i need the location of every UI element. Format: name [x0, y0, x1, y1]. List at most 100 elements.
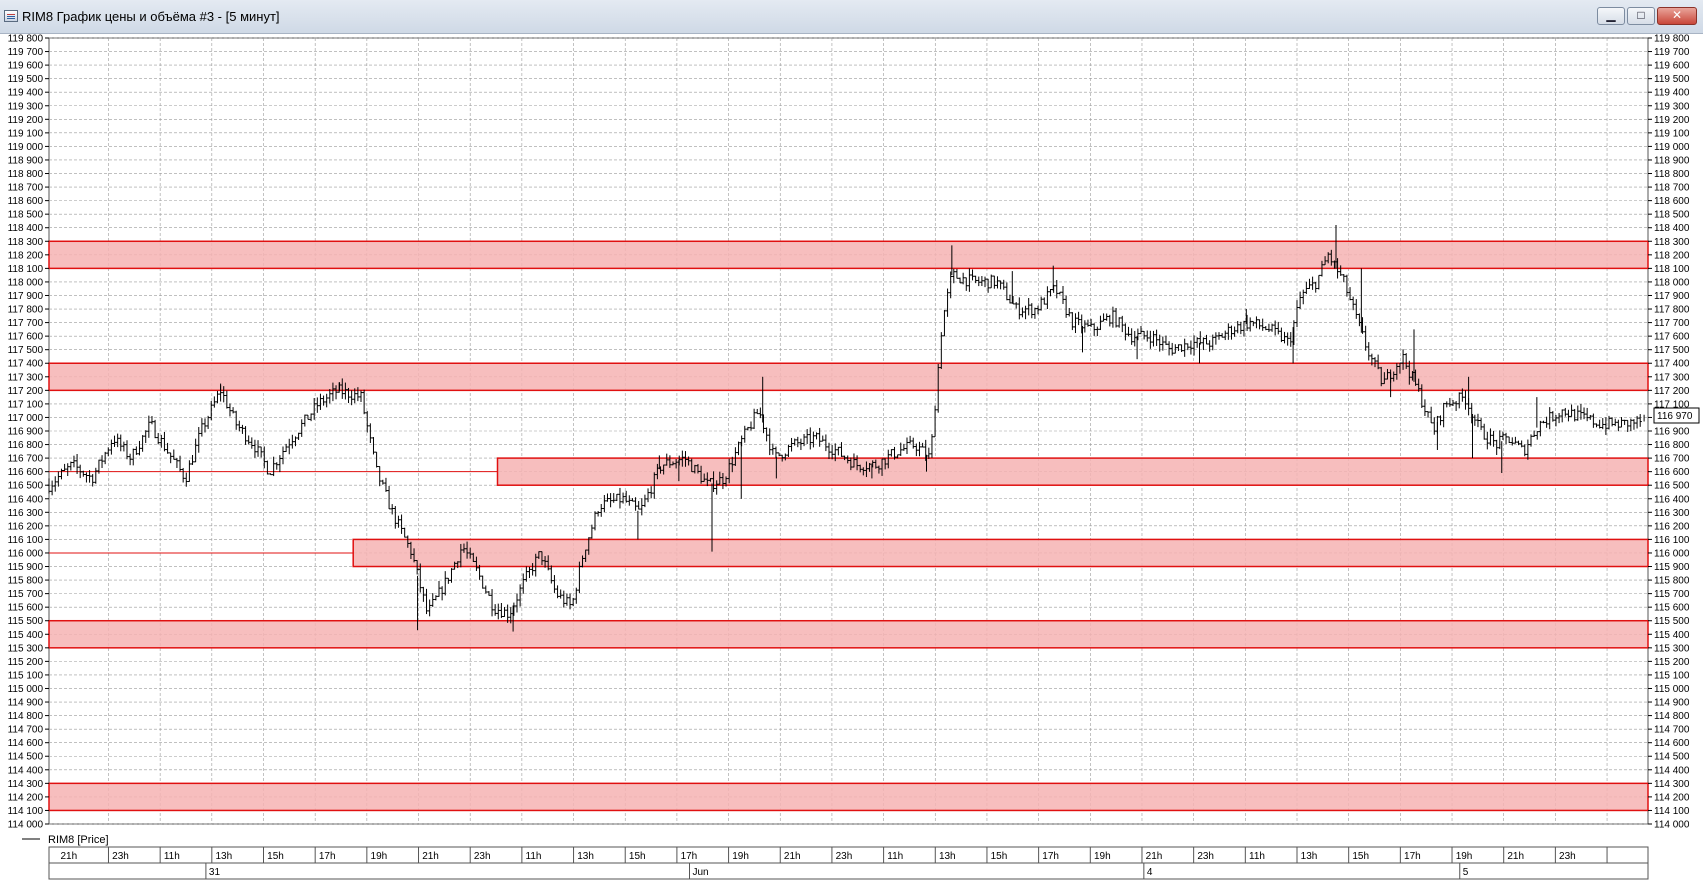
hour-label: 17h — [1404, 851, 1421, 862]
window-titlebar: RIM8 График цены и объёма #3 - [5 минут]… — [0, 0, 1703, 34]
last-price-marker: 116 970 — [1653, 407, 1700, 424]
y-tick-label-right: 118 600 — [1654, 196, 1690, 207]
y-tick-label-left: 114 200 — [8, 792, 44, 803]
y-tick-label-left: 114 300 — [8, 779, 44, 790]
y-tick-label-left: 117 300 — [8, 372, 44, 383]
y-tick-label-left: 116 000 — [8, 548, 44, 559]
y-tick-label-right: 114 100 — [1654, 806, 1690, 817]
y-tick-label-right: 115 800 — [1654, 576, 1690, 587]
price-zone — [48, 619, 1649, 649]
y-tick-label-right: 118 700 — [1654, 183, 1690, 194]
y-tick-label-left: 119 700 — [8, 47, 44, 58]
y-tick-label-left: 117 600 — [8, 332, 44, 343]
hour-label: 21h — [60, 851, 77, 862]
y-tick-label-left: 117 500 — [8, 345, 44, 356]
maximize-button[interactable]: □ — [1627, 7, 1655, 25]
y-tick-label-left: 115 800 — [8, 576, 44, 587]
y-tick-label-left: 115 700 — [8, 589, 44, 600]
y-tick-label-right: 116 600 — [1654, 467, 1690, 478]
y-tick-label-left: 119 400 — [8, 88, 44, 99]
y-tick-label-right: 114 200 — [1654, 792, 1690, 803]
hour-label: 21h — [1507, 851, 1524, 862]
hour-label: 21h — [784, 851, 801, 862]
y-tick-label-left: 118 200 — [8, 250, 44, 261]
y-tick-label-right: 115 900 — [1654, 562, 1690, 573]
y-tick-label-right: 114 800 — [1654, 711, 1690, 722]
price-zone — [48, 362, 1649, 392]
hour-label: 15h — [1352, 851, 1369, 862]
y-tick-label-left: 117 100 — [8, 399, 44, 410]
y-tick-label-right: 115 100 — [1654, 670, 1690, 681]
y-tick-label-right: 115 200 — [1654, 657, 1690, 668]
y-tick-label-left: 119 600 — [8, 61, 44, 72]
y-tick-label-right: 114 600 — [1654, 738, 1690, 749]
price-zone — [352, 538, 1649, 568]
y-tick-label-right: 116 300 — [1654, 508, 1690, 519]
date-label: 31 — [209, 867, 221, 878]
y-tick-label-left: 118 800 — [8, 169, 44, 180]
hour-label: 11h — [1249, 851, 1265, 862]
y-tick-label-right: 116 500 — [1654, 481, 1690, 492]
y-tick-label-left: 116 700 — [8, 454, 44, 465]
hour-label: 19h — [1094, 851, 1111, 862]
price-chart[interactable]: 114 000 114 100 114 200 114 300 114 400 114 5… — [0, 34, 1703, 884]
y-tick-label-left: 115 300 — [8, 643, 44, 654]
y-tick-label-right: 118 300 — [1654, 237, 1690, 248]
y-tick-label-left: 115 400 — [8, 630, 44, 641]
y-tick-label-left: 114 800 — [8, 711, 44, 722]
y-tick-label-right: 118 900 — [1654, 155, 1690, 166]
hour-label: 19h — [371, 851, 388, 862]
y-tick-label-left: 117 200 — [8, 386, 44, 397]
y-tick-label-right: 119 800 — [1654, 34, 1690, 45]
hour-label: 11h — [526, 851, 542, 862]
y-tick-label-right: 117 800 — [1654, 305, 1690, 316]
y-tick-label-left: 115 900 — [8, 562, 44, 573]
y-tick-label-right: 117 400 — [1654, 359, 1690, 370]
y-tick-label-left: 117 000 — [8, 413, 44, 424]
hour-label: 23h — [836, 851, 853, 862]
y-tick-label-right: 115 600 — [1654, 603, 1690, 614]
y-tick-label-right: 114 900 — [1654, 698, 1690, 709]
y-tick-label-left: 116 100 — [8, 535, 44, 546]
y-tick-label-right: 117 300 — [1654, 372, 1690, 383]
legend-label: RIM8 [Price] — [48, 834, 109, 846]
y-tick-label-left: 114 600 — [8, 738, 44, 749]
y-tick-label-right: 114 400 — [1654, 765, 1690, 776]
y-tick-label-left: 116 200 — [8, 521, 44, 532]
y-tick-label-right: 114 500 — [1654, 752, 1690, 763]
y-tick-label-left: 117 400 — [8, 359, 44, 370]
y-tick-label-left: 115 200 — [8, 657, 44, 668]
close-button[interactable]: ✕ — [1657, 7, 1697, 25]
y-tick-label-left: 117 900 — [8, 291, 44, 302]
y-tick-label-right: 114 700 — [1654, 725, 1690, 736]
y-tick-label-left: 119 100 — [8, 128, 44, 139]
y-tick-label-left: 118 500 — [8, 210, 44, 221]
legend: RIM8 [Price] — [22, 834, 109, 846]
y-tick-label-left: 119 800 — [8, 34, 44, 45]
window-title: RIM8 График цены и объёма #3 - [5 минут] — [22, 9, 280, 24]
y-tick-label-left: 114 100 — [8, 806, 44, 817]
hour-label: 23h — [1559, 851, 1576, 862]
y-tick-label-right: 117 200 — [1654, 386, 1690, 397]
hour-label: 13h — [939, 851, 956, 862]
y-tick-label-left: 118 300 — [8, 237, 44, 248]
chart-window-icon — [4, 10, 18, 22]
y-tick-label-left: 118 100 — [8, 264, 44, 275]
y-tick-label-right: 116 200 — [1654, 521, 1690, 532]
y-tick-label-right: 118 100 — [1654, 264, 1690, 275]
y-tick-label-right: 117 700 — [1654, 318, 1690, 329]
date-label: Jun — [693, 867, 709, 878]
hour-label: 21h — [1146, 851, 1163, 862]
y-tick-label-left: 117 800 — [8, 305, 44, 316]
plot-area[interactable] — [48, 37, 1649, 825]
y-tick-label-right: 119 700 — [1654, 47, 1690, 58]
minimize-button[interactable]: ▁ — [1597, 7, 1625, 25]
y-tick-label-left: 119 200 — [8, 115, 44, 126]
y-tick-label-right: 118 500 — [1654, 210, 1690, 221]
y-tick-label-left: 118 900 — [8, 155, 44, 166]
y-tick-label-left: 114 000 — [8, 820, 44, 831]
y-tick-label-right: 116 700 — [1654, 454, 1690, 465]
y-tick-label-right: 115 500 — [1654, 616, 1690, 627]
y-tick-label-left: 118 400 — [8, 223, 44, 234]
y-tick-label-right: 119 200 — [1654, 115, 1690, 126]
